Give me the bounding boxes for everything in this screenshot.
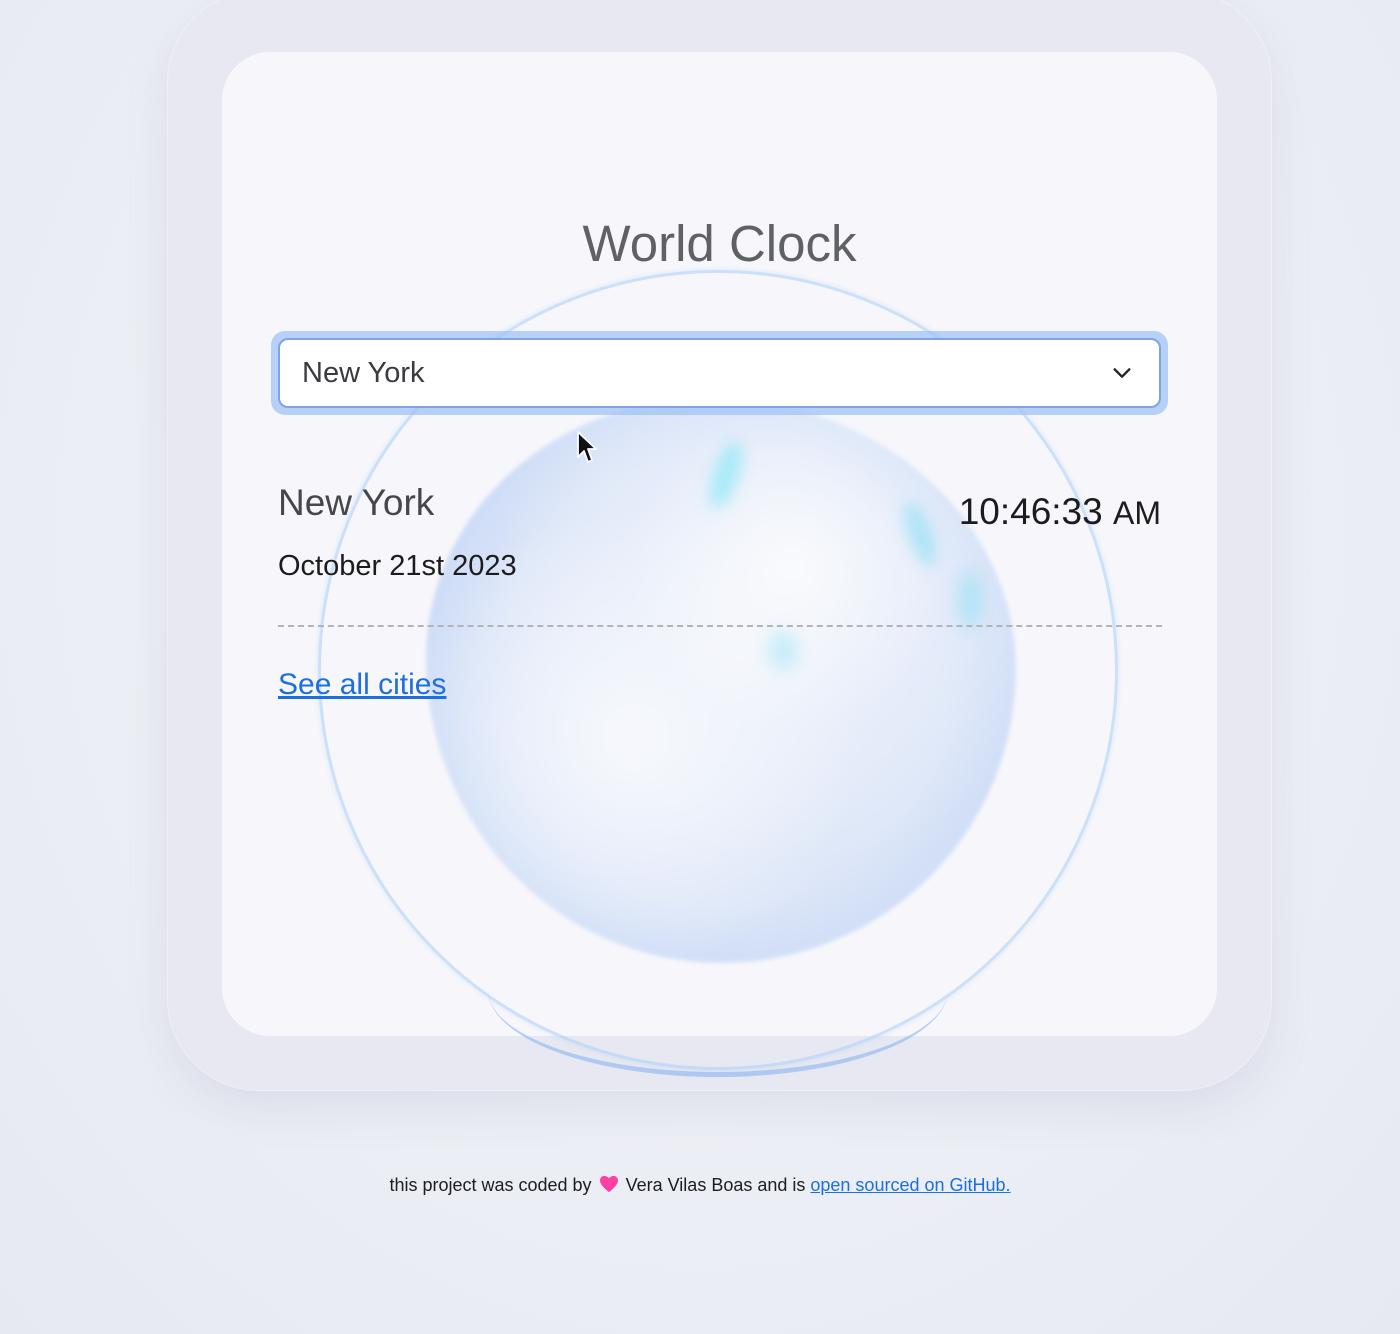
time-ampm: AM [1113,495,1161,531]
city-select[interactable]: New York [278,338,1161,408]
page-title: World Clock [582,215,857,272]
footer-prefix: this project was coded by [389,1175,592,1195]
city-select-value: New York [302,357,425,389]
footer-author: Vera Vilas Boas and is [625,1175,806,1195]
see-all-cities-link[interactable]: See all cities [278,668,446,702]
footer: this project was coded by Vera Vilas Boa… [0,1175,1400,1196]
heart-icon [599,1175,618,1193]
clock-card [222,52,1217,1036]
chevron-down-icon [1113,368,1131,378]
mouse-cursor-icon [577,431,597,463]
city-date: October 21st 2023 [278,550,517,582]
github-link[interactable]: open sourced on GitHub. [810,1175,1010,1195]
time-value: 10:46:33 [958,491,1103,532]
dashed-divider [278,625,1162,627]
city-time: 10:46:33 AM [959,491,1161,533]
city-name: New York [278,482,435,523]
